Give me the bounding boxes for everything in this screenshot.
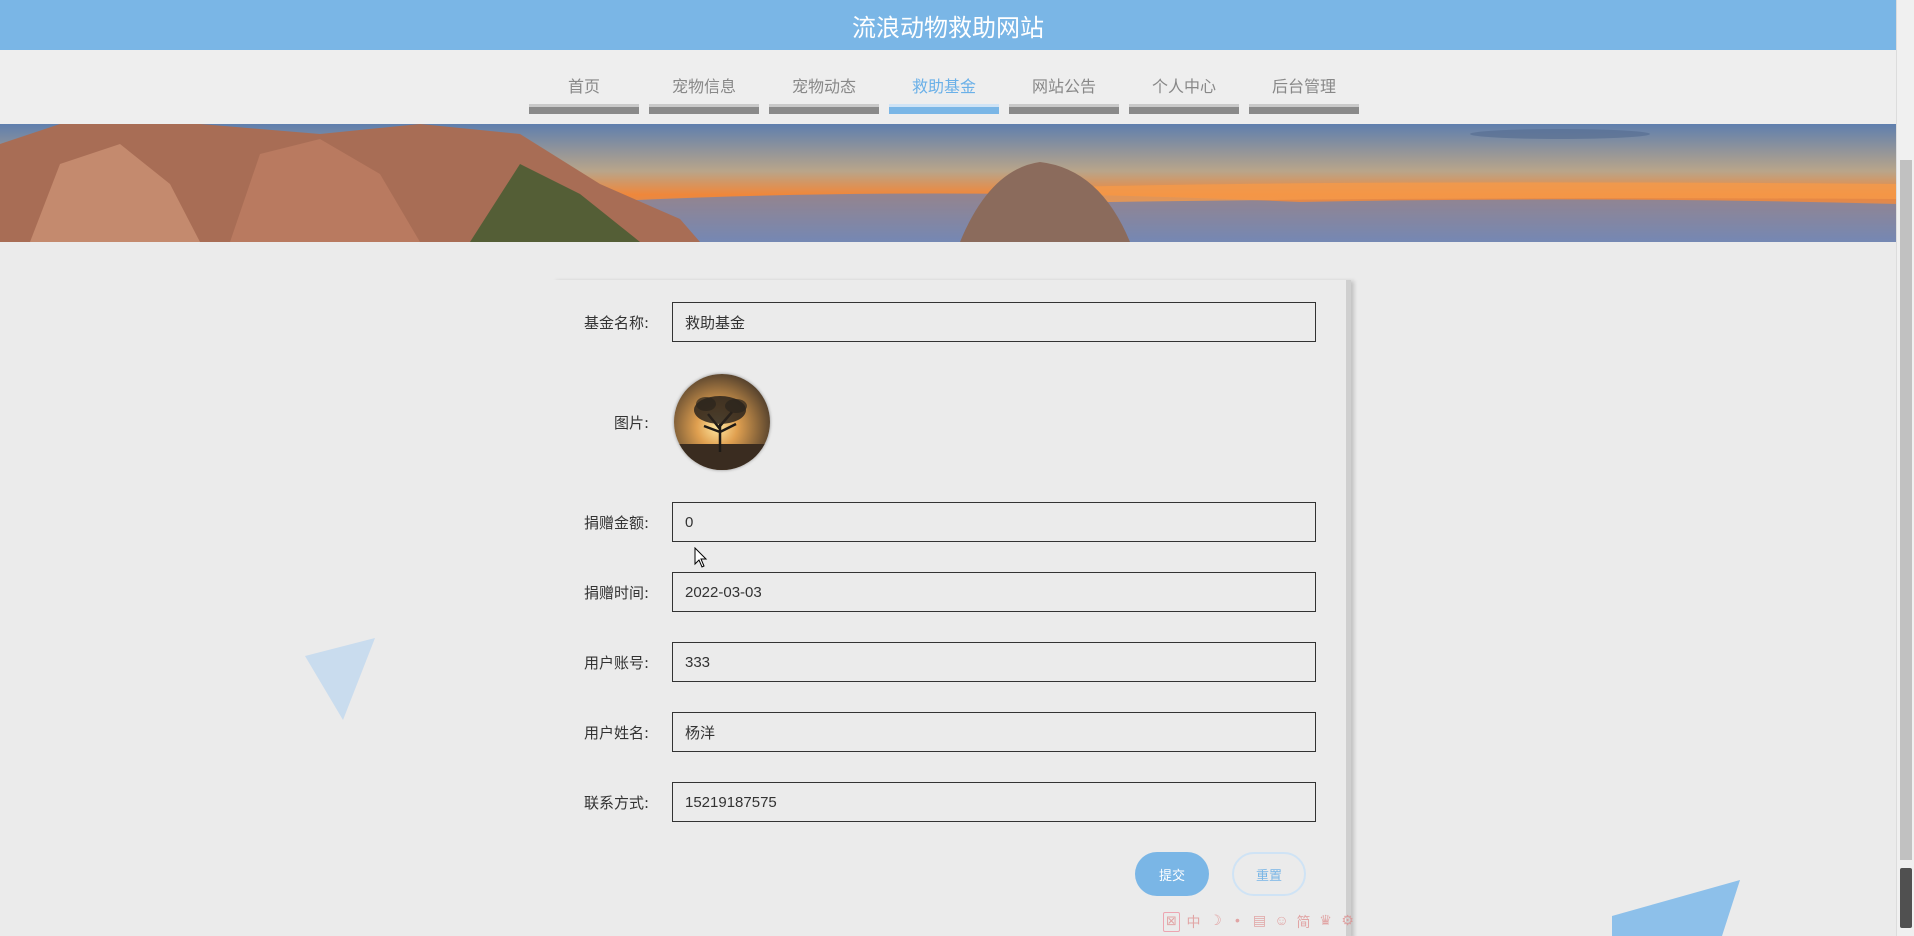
amount-field[interactable]: 0 (672, 502, 1316, 542)
simplified-icon[interactable]: 简 (1295, 912, 1312, 932)
nav-item-label: 宠物动态 (791, 77, 856, 96)
tree-sunset-image (674, 374, 770, 470)
contact-label: 联系方式: (583, 793, 649, 812)
scrollbar-track-thumb[interactable] (1900, 160, 1912, 860)
time-field[interactable]: 2022-03-03 (672, 572, 1316, 612)
image-label: 图片: (613, 413, 649, 432)
nav-underline (1129, 104, 1239, 114)
nav-item-personal-center[interactable]: 个人中心 (1129, 50, 1239, 114)
skin-icon[interactable]: ♛ (1317, 912, 1334, 932)
banner-landscape (0, 124, 1896, 242)
form-row-fund-name: 基金名称: 救助基金 (551, 302, 1351, 342)
ime-icon[interactable]: ⊠ (1163, 912, 1180, 932)
contact-field[interactable]: 15219187575 (672, 782, 1316, 822)
fund-image (674, 374, 770, 470)
fund-name-field[interactable]: 救助基金 (672, 302, 1316, 342)
nav-underline (889, 104, 999, 114)
reset-button[interactable]: 重置 (1232, 852, 1306, 896)
account-label: 用户账号: (583, 653, 649, 672)
form-row-account: 用户账号: 333 (551, 642, 1351, 682)
ime-mode-icon[interactable]: 中 (1185, 912, 1202, 932)
decorative-triangle (1612, 880, 1740, 936)
username-label: 用户姓名: (583, 723, 649, 742)
mouse-cursor-icon (694, 547, 708, 568)
settings-icon[interactable]: ⚙ (1339, 912, 1356, 932)
site-title: 流浪动物救助网站 (0, 0, 1896, 50)
vertical-scrollbar[interactable] (1896, 0, 1914, 936)
amount-label: 捐赠金额: (583, 513, 649, 532)
donation-form: 基金名称: 救助基金 图片: 捐赠金额: 0 捐赠时间: 2022-03-03 … (551, 280, 1351, 936)
form-row-time: 捐赠时间: 2022-03-03 (551, 572, 1351, 612)
nav-item-label: 个人中心 (1151, 77, 1216, 96)
nav-item-label: 救助基金 (911, 77, 976, 96)
nav-underline (529, 104, 639, 114)
page: 流浪动物救助网站 首页 宠物信息 宠物动态 救助基金 网站公告 个人中心 后台管… (0, 0, 1896, 936)
nav-underline (1009, 104, 1119, 114)
submit-button[interactable]: 提交 (1135, 852, 1209, 896)
username-field[interactable]: 杨洋 (672, 712, 1316, 752)
emoji-icon[interactable]: ☺ (1273, 912, 1290, 932)
nav-item-label: 宠物信息 (671, 77, 736, 96)
nav-item-label: 网站公告 (1031, 77, 1096, 96)
nav-underline (769, 104, 879, 114)
nav-item-label: 首页 (567, 77, 600, 96)
nav-underline (649, 104, 759, 114)
nav-item-pet-info[interactable]: 宠物信息 (649, 50, 759, 114)
account-field[interactable]: 333 (672, 642, 1316, 682)
form-row-username: 用户姓名: 杨洋 (551, 712, 1351, 752)
form-row-image: 图片: (551, 374, 1351, 470)
time-label: 捐赠时间: (583, 583, 649, 602)
decorative-triangle (305, 638, 375, 720)
banner-image (0, 124, 1896, 242)
nav-item-rescue-fund[interactable]: 救助基金 (889, 50, 999, 114)
moon-icon[interactable]: ☽ (1207, 912, 1224, 932)
fund-name-label: 基金名称: (583, 313, 649, 332)
form-row-amount: 捐赠金额: 0 (551, 502, 1351, 542)
nav-item-pet-news[interactable]: 宠物动态 (769, 50, 879, 114)
nav-item-home[interactable]: 首页 (529, 50, 639, 114)
nav-item-announcements[interactable]: 网站公告 (1009, 50, 1119, 114)
main-nav: 首页 宠物信息 宠物动态 救助基金 网站公告 个人中心 后台管理 (0, 50, 1896, 124)
scrollbar-thumb[interactable] (1900, 868, 1912, 928)
nav-item-admin[interactable]: 后台管理 (1249, 50, 1359, 114)
keyboard-icon[interactable]: ▤ (1251, 912, 1268, 932)
ime-toolbar: ⊠ 中 ☽ • ▤ ☺ 简 ♛ ⚙ (1163, 912, 1356, 932)
nav-underline (1249, 104, 1359, 114)
nav-item-label: 后台管理 (1271, 77, 1336, 96)
form-row-contact: 联系方式: 15219187575 (551, 782, 1351, 822)
dot-icon[interactable]: • (1229, 912, 1246, 932)
